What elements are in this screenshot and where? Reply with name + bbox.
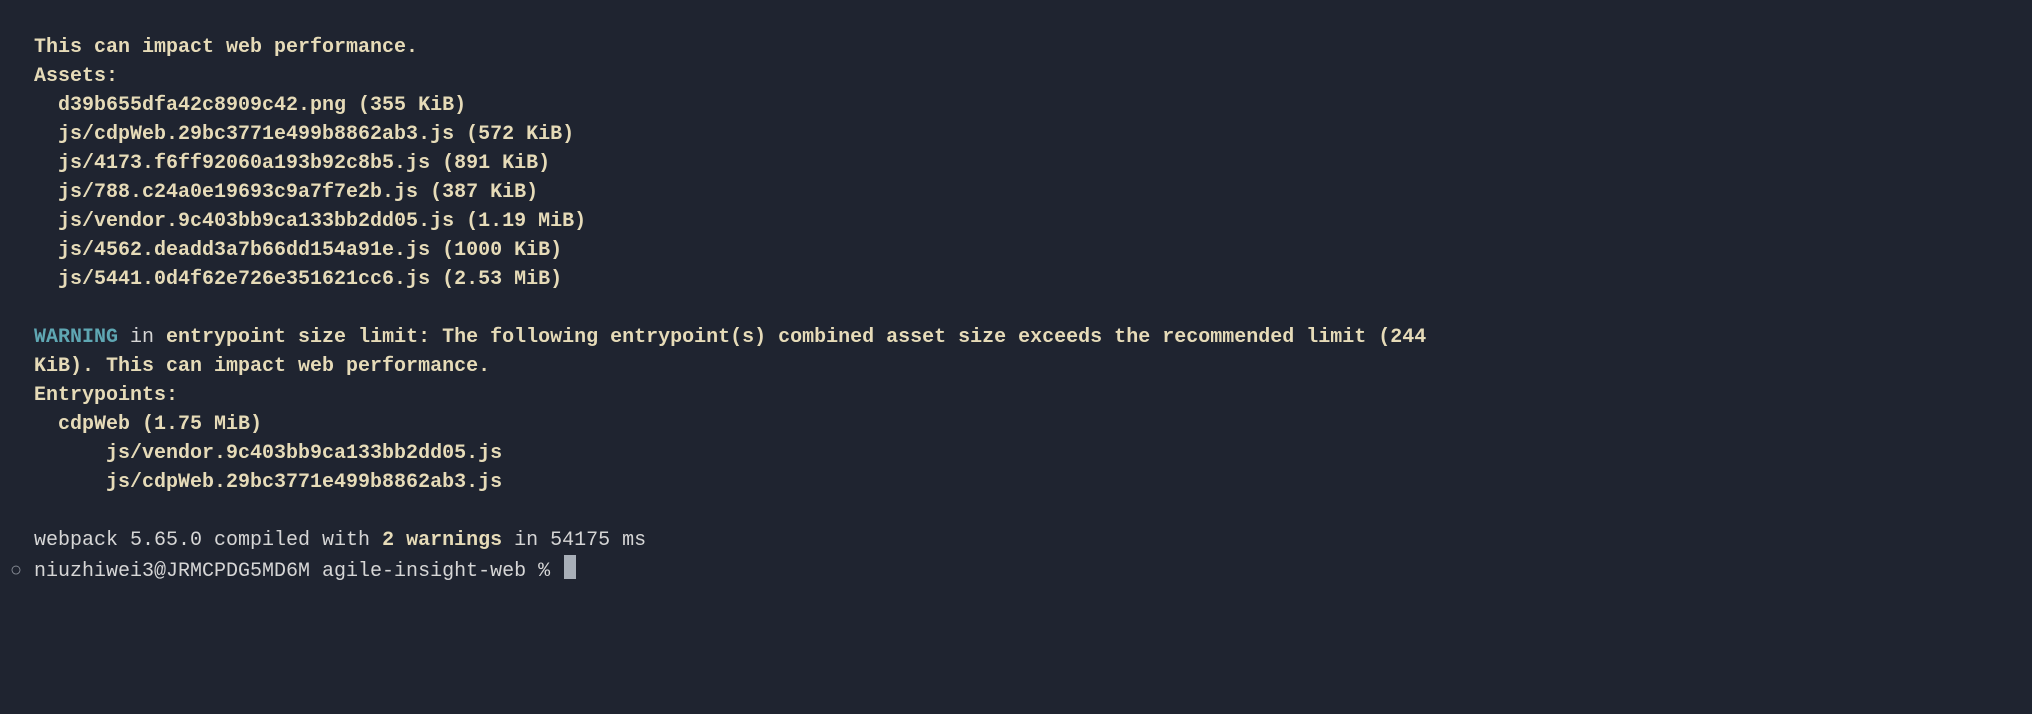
prompt-line[interactable]: ○niuzhiwei3@JRMCPDG5MD6M agile-insight-w… bbox=[34, 560, 576, 583]
asset-line: d39b655dfa42c8909c42.png (355 KiB) bbox=[34, 94, 466, 117]
entrypoint-file: js/vendor.9c403bb9ca133bb2dd05.js bbox=[34, 442, 502, 465]
asset-line: js/cdpWeb.29bc3771e499b8862ab3.js (572 K… bbox=[34, 123, 574, 146]
prompt-indicator-icon: ○ bbox=[10, 557, 34, 586]
asset-line: js/788.c24a0e19693c9a7f7e2b.js (387 KiB) bbox=[34, 181, 538, 204]
webpack-summary: webpack 5.65.0 compiled with 2 warnings … bbox=[34, 529, 646, 552]
cursor bbox=[564, 555, 576, 579]
asset-line: js/4173.f6ff92060a193b92c8b5.js (891 KiB… bbox=[34, 152, 550, 175]
asset-line: js/5441.0d4f62e726e351621cc6.js (2.53 Mi… bbox=[34, 268, 562, 291]
summary-suffix: in 54175 ms bbox=[502, 529, 646, 552]
perf-impact-line: This can impact web performance. bbox=[34, 36, 418, 59]
shell-prompt: niuzhiwei3@JRMCPDG5MD6M agile-insight-we… bbox=[34, 560, 562, 583]
summary-prefix: webpack 5.65.0 compiled with bbox=[34, 529, 382, 552]
warning-label: WARNING bbox=[34, 326, 118, 349]
warning-in: in bbox=[118, 326, 166, 349]
warning-msg: entrypoint size limit: The following ent… bbox=[166, 326, 1426, 349]
entrypoints-label: Entrypoints: bbox=[34, 384, 178, 407]
terminal-output[interactable]: This can impact web performance. Assets:… bbox=[0, 0, 2032, 586]
asset-line: js/vendor.9c403bb9ca133bb2dd05.js (1.19 … bbox=[34, 210, 586, 233]
warning-count: 2 warnings bbox=[382, 529, 502, 552]
warning-line-1: WARNING in entrypoint size limit: The fo… bbox=[34, 326, 1426, 349]
assets-label: Assets: bbox=[34, 65, 118, 88]
entrypoint-file: js/cdpWeb.29bc3771e499b8862ab3.js bbox=[34, 471, 502, 494]
warning-msg-line2: KiB). This can impact web performance. bbox=[34, 355, 490, 378]
asset-line: js/4562.deadd3a7b66dd154a91e.js (1000 Ki… bbox=[34, 239, 562, 262]
entrypoint-name: cdpWeb (1.75 MiB) bbox=[34, 413, 262, 436]
